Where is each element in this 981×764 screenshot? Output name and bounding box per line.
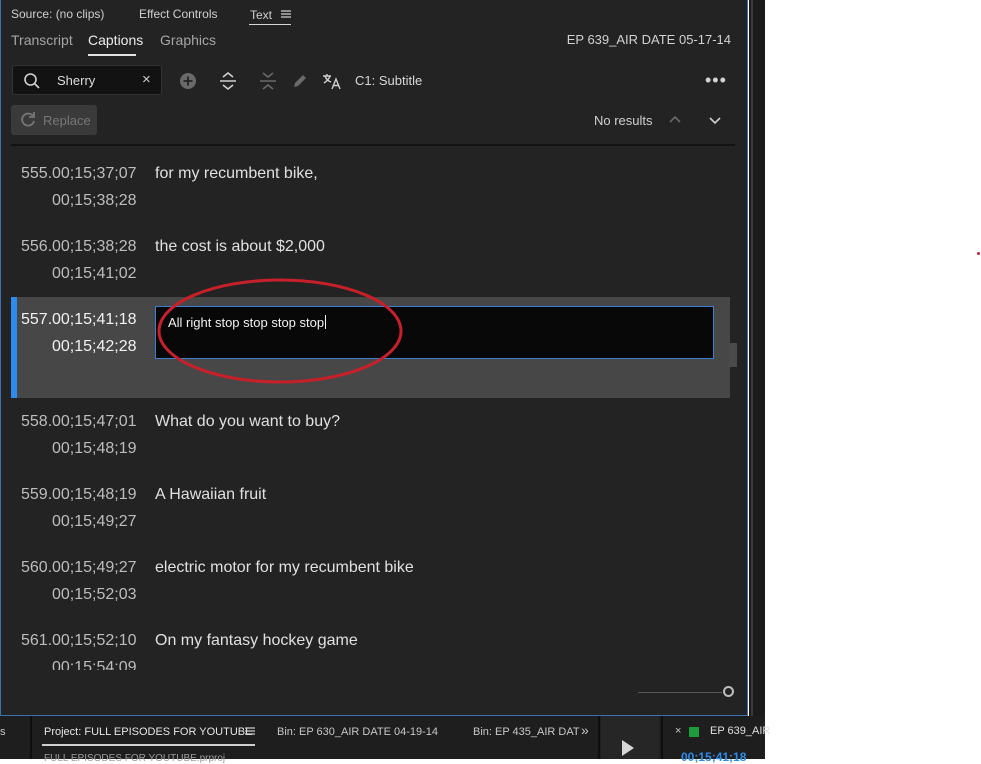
sequence-color-label [689, 727, 699, 737]
caption-out-time: 00;15;52;03 [52, 586, 137, 603]
caption-text[interactable]: A Hawaiian fruit [155, 486, 266, 504]
caption-text[interactable]: the cost is about $2,000 [155, 238, 325, 256]
caption-in-time: 00;15;38;28 [52, 238, 137, 255]
subtab-graphics[interactable]: Graphics [160, 32, 216, 48]
subtab-transcript[interactable]: Transcript [11, 32, 73, 48]
caption-in-time: 00;15;52;10 [52, 632, 137, 649]
caption-row[interactable]: 560. 00;15;49;27 00;15;52;03 electric mo… [11, 549, 730, 611]
tab-text-underline [249, 24, 291, 25]
search-input[interactable] [57, 71, 137, 89]
hamburger-icon[interactable] [245, 726, 255, 738]
sequence-title: EP 639_AIR DATE 05-17-14 [566, 32, 731, 47]
zoom-slider-track[interactable] [638, 692, 722, 693]
divider [598, 716, 600, 759]
replace-label: Replace [43, 112, 91, 128]
tab-project[interactable]: Project: FULL EPISODES FOR YOUTUBE [44, 726, 252, 738]
caption-number: 557. [21, 311, 53, 328]
bottom-panel-bar: s Project: FULL EPISODES FOR YOUTUBE Bin… [0, 716, 770, 764]
caption-out-time: 00;15;49;27 [52, 513, 137, 530]
caption-row[interactable]: 561. 00;15;52;10 00;15;54;09 On my fanta… [11, 622, 730, 670]
caption-number: 556. [21, 238, 53, 255]
zoom-slider-handle[interactable] [723, 686, 734, 697]
split-icon[interactable] [258, 71, 278, 91]
caption-text[interactable]: What do you want to buy? [155, 413, 340, 431]
refresh-icon [19, 110, 37, 131]
tab-project-underline [42, 744, 255, 746]
adjacent-panel-edge [749, 0, 765, 716]
hamburger-icon[interactable] [281, 7, 292, 21]
play-icon [621, 740, 635, 761]
caption-number: 560. [21, 559, 53, 576]
tab-effect-controls[interactable]: Effect Controls [139, 7, 217, 21]
play-button[interactable] [601, 716, 659, 759]
caption-text[interactable]: electric motor for my recumbent bike [155, 559, 414, 577]
search-results-status: No results [594, 113, 653, 128]
caption-in-time: 00;15;49;27 [52, 559, 137, 576]
caption-out-time: 00;15;42;28 [52, 338, 137, 355]
tab-bin-ep630[interactable]: Bin: EP 630_AIR DATE 04-19-14 [277, 726, 438, 738]
divider [11, 144, 735, 146]
tab-bin-ep435[interactable]: Bin: EP 435_AIR DAT [473, 726, 580, 738]
red-dot [977, 252, 980, 255]
chevron-down-icon[interactable] [707, 112, 723, 128]
monitor-sequence-title[interactable]: EP 639_AIR [710, 725, 770, 737]
replace-button[interactable]: Replace [11, 105, 97, 135]
caption-in-time: 00;15;37;07 [52, 165, 137, 182]
chevron-up-icon[interactable] [667, 112, 683, 128]
caption-out-time: 00;15;38;28 [52, 192, 137, 209]
add-icon[interactable] [178, 71, 198, 91]
caption-out-time: 00;15;48;19 [52, 440, 137, 457]
close-icon[interactable]: × [675, 725, 681, 737]
caption-out-time: 00;15;41;02 [52, 265, 137, 282]
subtab-active-indicator [88, 54, 136, 56]
caption-out-time: 00;15;54;09 [52, 659, 137, 670]
caption-list: 555. 00;15;37;07 00;15;38;28 for my recu… [11, 147, 737, 670]
caption-number: 561. [21, 632, 53, 649]
annotation-ellipse [157, 278, 403, 384]
caption-text[interactable]: for my recumbent bike, [155, 165, 318, 183]
more-options-icon[interactable]: ••• [705, 70, 727, 91]
caption-in-time: 00;15;41;18 [52, 311, 137, 328]
tab-source[interactable]: Source: (no clips) [11, 7, 104, 21]
caption-row[interactable]: 555. 00;15;37;07 00;15;38;28 for my recu… [11, 155, 730, 217]
clear-search-icon[interactable]: × [142, 71, 151, 88]
divider [661, 716, 663, 759]
caption-number: 555. [21, 165, 53, 182]
caption-row[interactable]: 559. 00;15;48;19 00;15;49;27 A Hawaiian … [11, 476, 730, 538]
caption-row[interactable]: 558. 00;15;47;01 00;15;48;19 What do you… [11, 403, 730, 465]
translate-icon[interactable] [322, 71, 342, 91]
tab-text[interactable]: Text [250, 7, 292, 22]
pencil-icon[interactable] [290, 71, 310, 91]
scrollbar-thumb[interactable] [729, 343, 737, 367]
caption-number: 558. [21, 413, 53, 430]
merge-icon[interactable] [218, 71, 238, 91]
divider [30, 716, 32, 759]
caption-number: 559. [21, 486, 53, 503]
search-field[interactable]: × [12, 65, 162, 95]
subtab-captions[interactable]: Captions [88, 32, 143, 48]
panel-tab-fragment[interactable]: s [0, 726, 6, 738]
monitor-timecode[interactable]: 00;15;41;18 [681, 750, 746, 764]
selection-indicator [11, 297, 17, 398]
caption-text[interactable]: On my fantasy hockey game [155, 632, 358, 650]
caption-in-time: 00;15;47;01 [52, 413, 137, 430]
caption-in-time: 00;15;48;19 [52, 486, 137, 503]
caption-track-label[interactable]: C1: Subtitle [355, 73, 422, 88]
overflow-tabs-icon[interactable]: » [581, 722, 589, 738]
search-icon [23, 72, 41, 95]
